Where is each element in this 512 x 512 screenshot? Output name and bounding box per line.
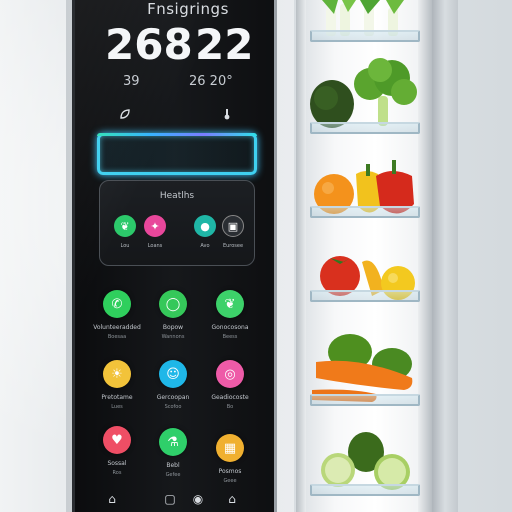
door-shelf[interactable] bbox=[310, 290, 420, 302]
door-shelf[interactable] bbox=[310, 394, 420, 406]
produce-illustration bbox=[310, 0, 417, 490]
door-shelf[interactable] bbox=[310, 122, 420, 134]
door-shelf[interactable] bbox=[310, 484, 420, 496]
door-shelf[interactable] bbox=[310, 206, 420, 218]
carrots-and-avocados bbox=[312, 334, 413, 402]
avocado-and-broccoli bbox=[310, 58, 417, 128]
cucumbers-and-avocado bbox=[321, 432, 410, 490]
door-shelf[interactable] bbox=[310, 30, 420, 42]
